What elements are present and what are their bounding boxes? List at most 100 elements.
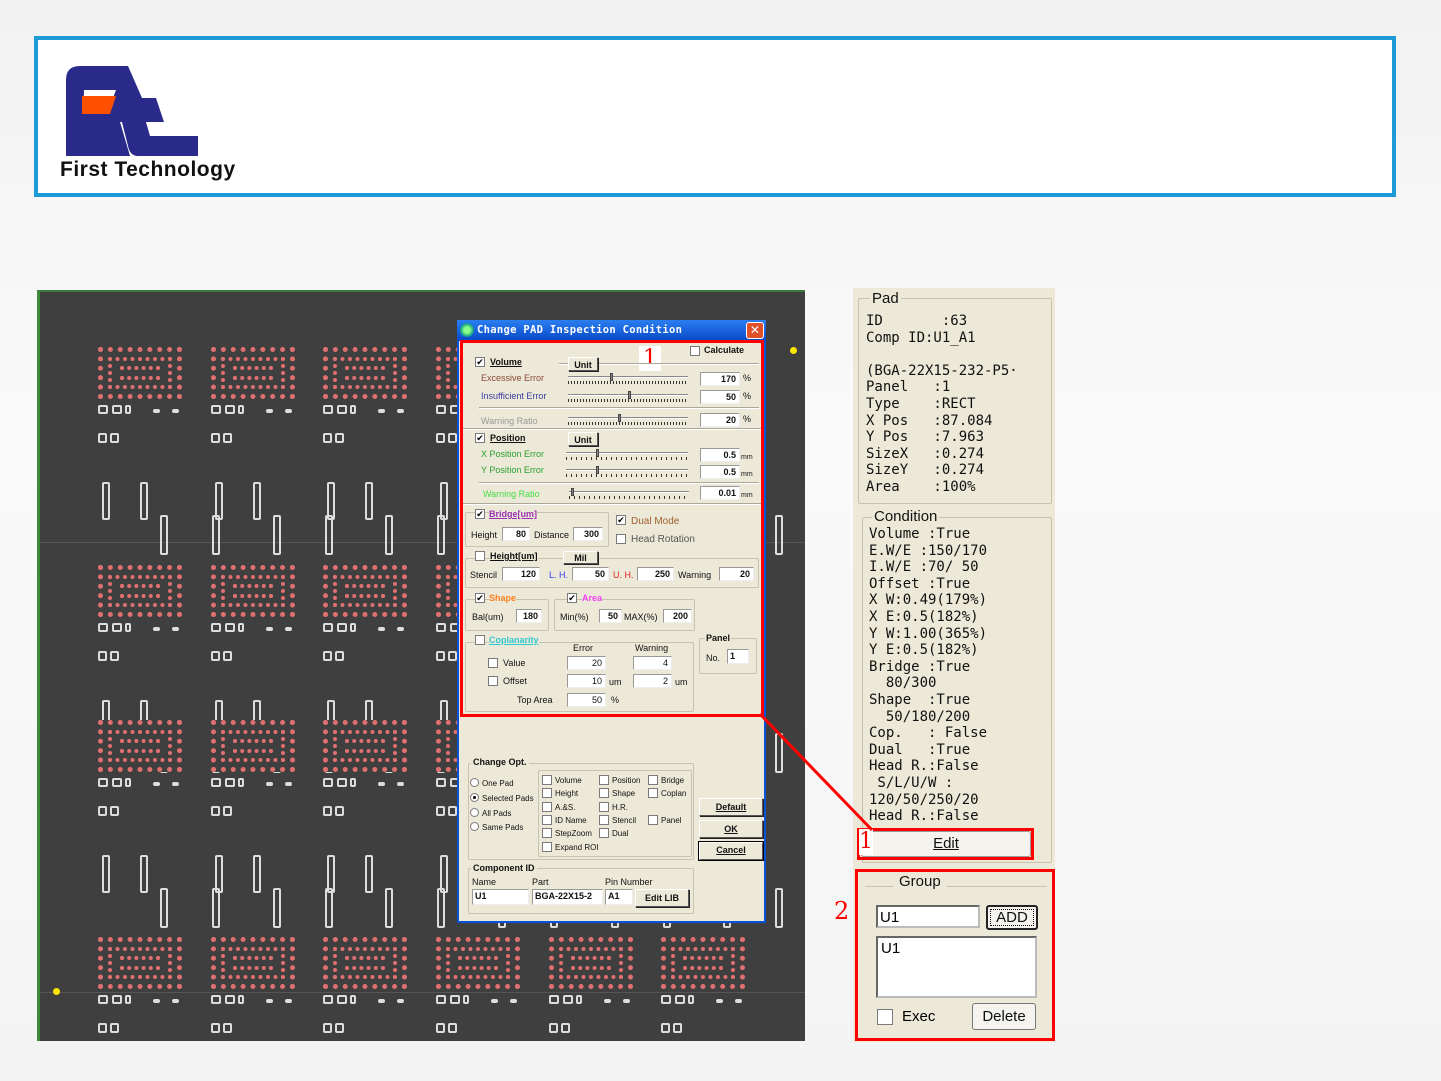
smd-pad	[549, 1023, 558, 1033]
change-option-checkbox[interactable]	[599, 828, 609, 838]
bga-component-footprint[interactable]	[436, 937, 520, 989]
position-warning-input[interactable]: 0.01	[700, 486, 740, 500]
edit-lib-button[interactable]: Edit LIB	[635, 889, 689, 907]
excessive-error-input[interactable]: 170	[700, 372, 740, 386]
coplanarity-offset-error-input[interactable]: 10	[567, 674, 606, 688]
y-position-slider[interactable]	[566, 466, 688, 478]
group-list[interactable]: U1	[876, 936, 1037, 998]
area-checkbox[interactable]: ✔	[567, 593, 577, 603]
group-name-input[interactable]: U1	[876, 905, 980, 928]
bga-component-footprint[interactable]	[211, 720, 295, 772]
y-position-input[interactable]: 0.5	[700, 465, 740, 479]
change-option-checkbox[interactable]	[542, 775, 552, 785]
change-option-checkbox[interactable]	[648, 775, 658, 785]
position-unit-button[interactable]: Unit	[568, 432, 598, 446]
head-rotation-checkbox[interactable]	[616, 534, 626, 544]
bga-component-footprint[interactable]	[323, 720, 407, 772]
change-option-label: Height	[555, 789, 579, 798]
change-scope-radio[interactable]	[470, 822, 479, 831]
bga-component-footprint[interactable]	[661, 937, 745, 989]
change-option-checkbox[interactable]	[542, 815, 552, 825]
top-area-input[interactable]: 50	[567, 693, 606, 707]
height-checkbox[interactable]	[475, 551, 485, 561]
bga-component-footprint[interactable]	[98, 937, 182, 989]
bga-component-footprint[interactable]	[211, 347, 295, 399]
mil-button[interactable]: Mil	[563, 551, 598, 564]
bga-component-footprint[interactable]	[323, 937, 407, 989]
coplanarity-offset-checkbox[interactable]	[488, 676, 498, 686]
top-area-label: Top Area	[517, 695, 553, 705]
close-icon[interactable]: ✕	[746, 322, 764, 339]
pad-info-line: Type :RECT	[866, 395, 976, 412]
coplanarity-value-error-input[interactable]: 20	[567, 656, 606, 670]
change-option-checkbox[interactable]	[542, 842, 552, 852]
smd-pad	[378, 999, 385, 1003]
change-option-checkbox[interactable]	[599, 775, 609, 785]
change-option-checkbox[interactable]	[599, 788, 609, 798]
x-position-input[interactable]: 0.5	[700, 448, 740, 462]
condition-info-line: Volume :True	[869, 526, 971, 542]
change-option-checkbox[interactable]	[542, 828, 552, 838]
area-max-input[interactable]: 200	[663, 609, 692, 623]
bridge-checkbox[interactable]: ✔	[475, 509, 485, 519]
group-list-item[interactable]: U1	[881, 940, 1032, 957]
insufficient-error-slider[interactable]	[568, 391, 688, 403]
change-scope-radio[interactable]	[470, 793, 479, 802]
lower-height-input[interactable]: 50	[572, 567, 609, 581]
volume-unit-button[interactable]: Unit	[568, 357, 598, 371]
change-scope-radio[interactable]	[470, 808, 479, 817]
shape-checkbox[interactable]: ✔	[475, 593, 485, 603]
area-min-input[interactable]: 50	[599, 609, 622, 623]
bal-input[interactable]: 180	[516, 609, 542, 623]
edit-button[interactable]: Edit	[861, 831, 1031, 857]
dialog-titlebar[interactable]: Change PAD Inspection Condition ✕	[457, 320, 766, 341]
default-button[interactable]: Default	[699, 798, 763, 816]
stencil-input[interactable]: 120	[502, 567, 540, 581]
volume-warning-slider[interactable]	[568, 414, 688, 426]
condition-info-line: X W:0.49(179%)	[869, 592, 988, 609]
bga-component-footprint[interactable]	[211, 565, 295, 617]
position-checkbox[interactable]: ✔	[475, 433, 485, 443]
volume-warning-input[interactable]: 20	[700, 413, 740, 427]
excessive-error-slider[interactable]	[568, 373, 688, 385]
bridge-distance-input[interactable]: 300	[573, 527, 603, 541]
coplanarity-checkbox[interactable]	[475, 635, 485, 645]
component-id-label: Component ID	[471, 863, 537, 874]
change-option-checkbox[interactable]	[542, 802, 552, 812]
change-option-checkbox[interactable]	[648, 788, 658, 798]
change-option-checkbox[interactable]	[599, 802, 609, 812]
coplanarity-offset-warning-input[interactable]: 2	[633, 674, 672, 688]
upper-height-input[interactable]: 250	[637, 567, 674, 581]
bridge-height-input[interactable]: 80	[502, 527, 530, 541]
bga-component-footprint[interactable]	[549, 937, 633, 989]
add-button[interactable]: ADD	[986, 905, 1038, 930]
cancel-button[interactable]: Cancel	[698, 841, 764, 861]
coplanarity-value-checkbox[interactable]	[488, 658, 498, 668]
change-scope-radio[interactable]	[470, 778, 479, 787]
panel-no-input[interactable]: 1	[727, 649, 749, 664]
bga-component-footprint[interactable]	[98, 347, 182, 399]
component-part-input[interactable]: BGA-22X15-2	[532, 889, 603, 905]
delete-button[interactable]: Delete	[972, 1003, 1036, 1030]
bga-component-footprint[interactable]	[211, 937, 295, 989]
component-name-input[interactable]: U1	[472, 889, 529, 905]
smd-pad	[323, 651, 332, 661]
ok-button[interactable]: OK	[699, 820, 763, 838]
insufficient-error-input[interactable]: 50	[700, 390, 740, 404]
pin-number-input[interactable]: A1	[605, 889, 633, 905]
bga-component-footprint[interactable]	[323, 565, 407, 617]
dual-mode-checkbox[interactable]: ✔	[616, 515, 626, 525]
height-warning-input[interactable]: 20	[719, 567, 754, 581]
calculate-checkbox[interactable]	[690, 346, 700, 356]
position-warning-slider[interactable]	[569, 488, 689, 500]
bga-component-footprint[interactable]	[98, 720, 182, 772]
x-position-slider[interactable]	[566, 449, 688, 461]
change-option-checkbox[interactable]	[648, 815, 658, 825]
bga-component-footprint[interactable]	[323, 347, 407, 399]
bga-component-footprint[interactable]	[98, 565, 182, 617]
volume-checkbox[interactable]: ✔	[475, 357, 485, 367]
change-option-checkbox[interactable]	[599, 815, 609, 825]
coplanarity-value-warning-input[interactable]: 4	[633, 656, 672, 670]
exec-checkbox[interactable]	[877, 1009, 893, 1025]
change-option-checkbox[interactable]	[542, 788, 552, 798]
